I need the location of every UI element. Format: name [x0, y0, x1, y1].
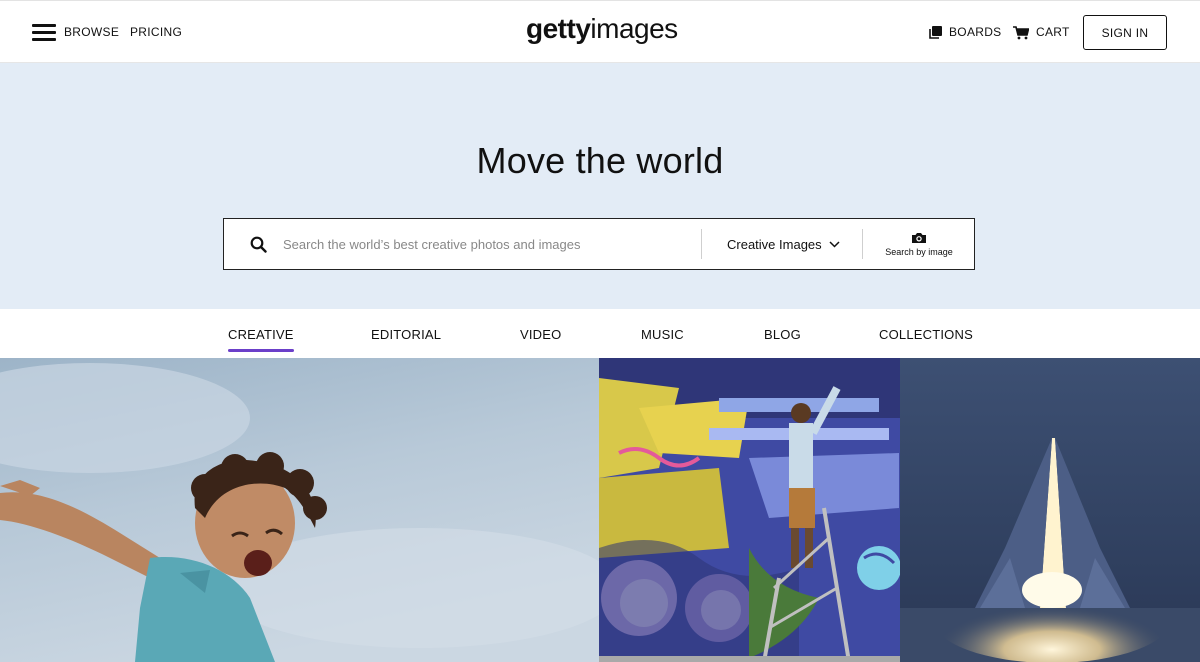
cart-icon[interactable] — [1013, 26, 1029, 40]
featured-image-light-door[interactable] — [900, 358, 1200, 662]
pricing-link[interactable]: PRICING — [130, 25, 182, 39]
content-tabs: CREATIVE EDITORIAL VIDEO MUSIC BLOG COLL… — [0, 309, 1200, 358]
getty-images-logo[interactable]: gettyimages — [526, 13, 678, 45]
tab-blog[interactable]: BLOG — [764, 327, 801, 342]
menu-icon[interactable] — [32, 23, 56, 41]
logo-light: images — [590, 13, 678, 44]
boards-link[interactable]: BOARDS — [949, 25, 1001, 39]
search-bar: Creative Images Search by image — [223, 218, 975, 270]
image-type-selected: Creative Images — [727, 236, 822, 252]
search-input[interactable] — [283, 227, 693, 261]
featured-images — [0, 358, 1200, 662]
sign-in-button[interactable]: SIGN IN — [1083, 15, 1167, 50]
boards-icon[interactable] — [929, 26, 943, 39]
search-icon[interactable] — [250, 236, 267, 253]
tab-creative[interactable]: CREATIVE — [228, 327, 294, 352]
tab-music[interactable]: MUSIC — [641, 327, 684, 342]
chevron-down-icon — [829, 240, 840, 248]
site-header: BROWSE PRICING gettyimages BOARDS CART S… — [0, 0, 1200, 63]
search-by-image-label: Search by image — [885, 247, 953, 257]
image-type-dropdown[interactable]: Creative Images — [703, 219, 861, 269]
tab-video[interactable]: VIDEO — [520, 327, 561, 342]
cart-link[interactable]: CART — [1036, 25, 1070, 39]
tab-collections[interactable]: COLLECTIONS — [879, 327, 973, 342]
browse-link[interactable]: BROWSE — [64, 25, 119, 39]
logo-bold: getty — [526, 13, 591, 44]
camera-icon — [912, 233, 926, 243]
tab-editorial[interactable]: EDITORIAL — [371, 327, 441, 342]
hero-section: Move the world Creative Images Search by… — [0, 63, 1200, 309]
search-by-image-button[interactable]: Search by image — [863, 219, 975, 269]
featured-image-child[interactable] — [0, 358, 599, 662]
hero-title: Move the world — [476, 140, 724, 181]
search-divider — [701, 229, 702, 259]
featured-image-mural[interactable] — [599, 358, 900, 662]
